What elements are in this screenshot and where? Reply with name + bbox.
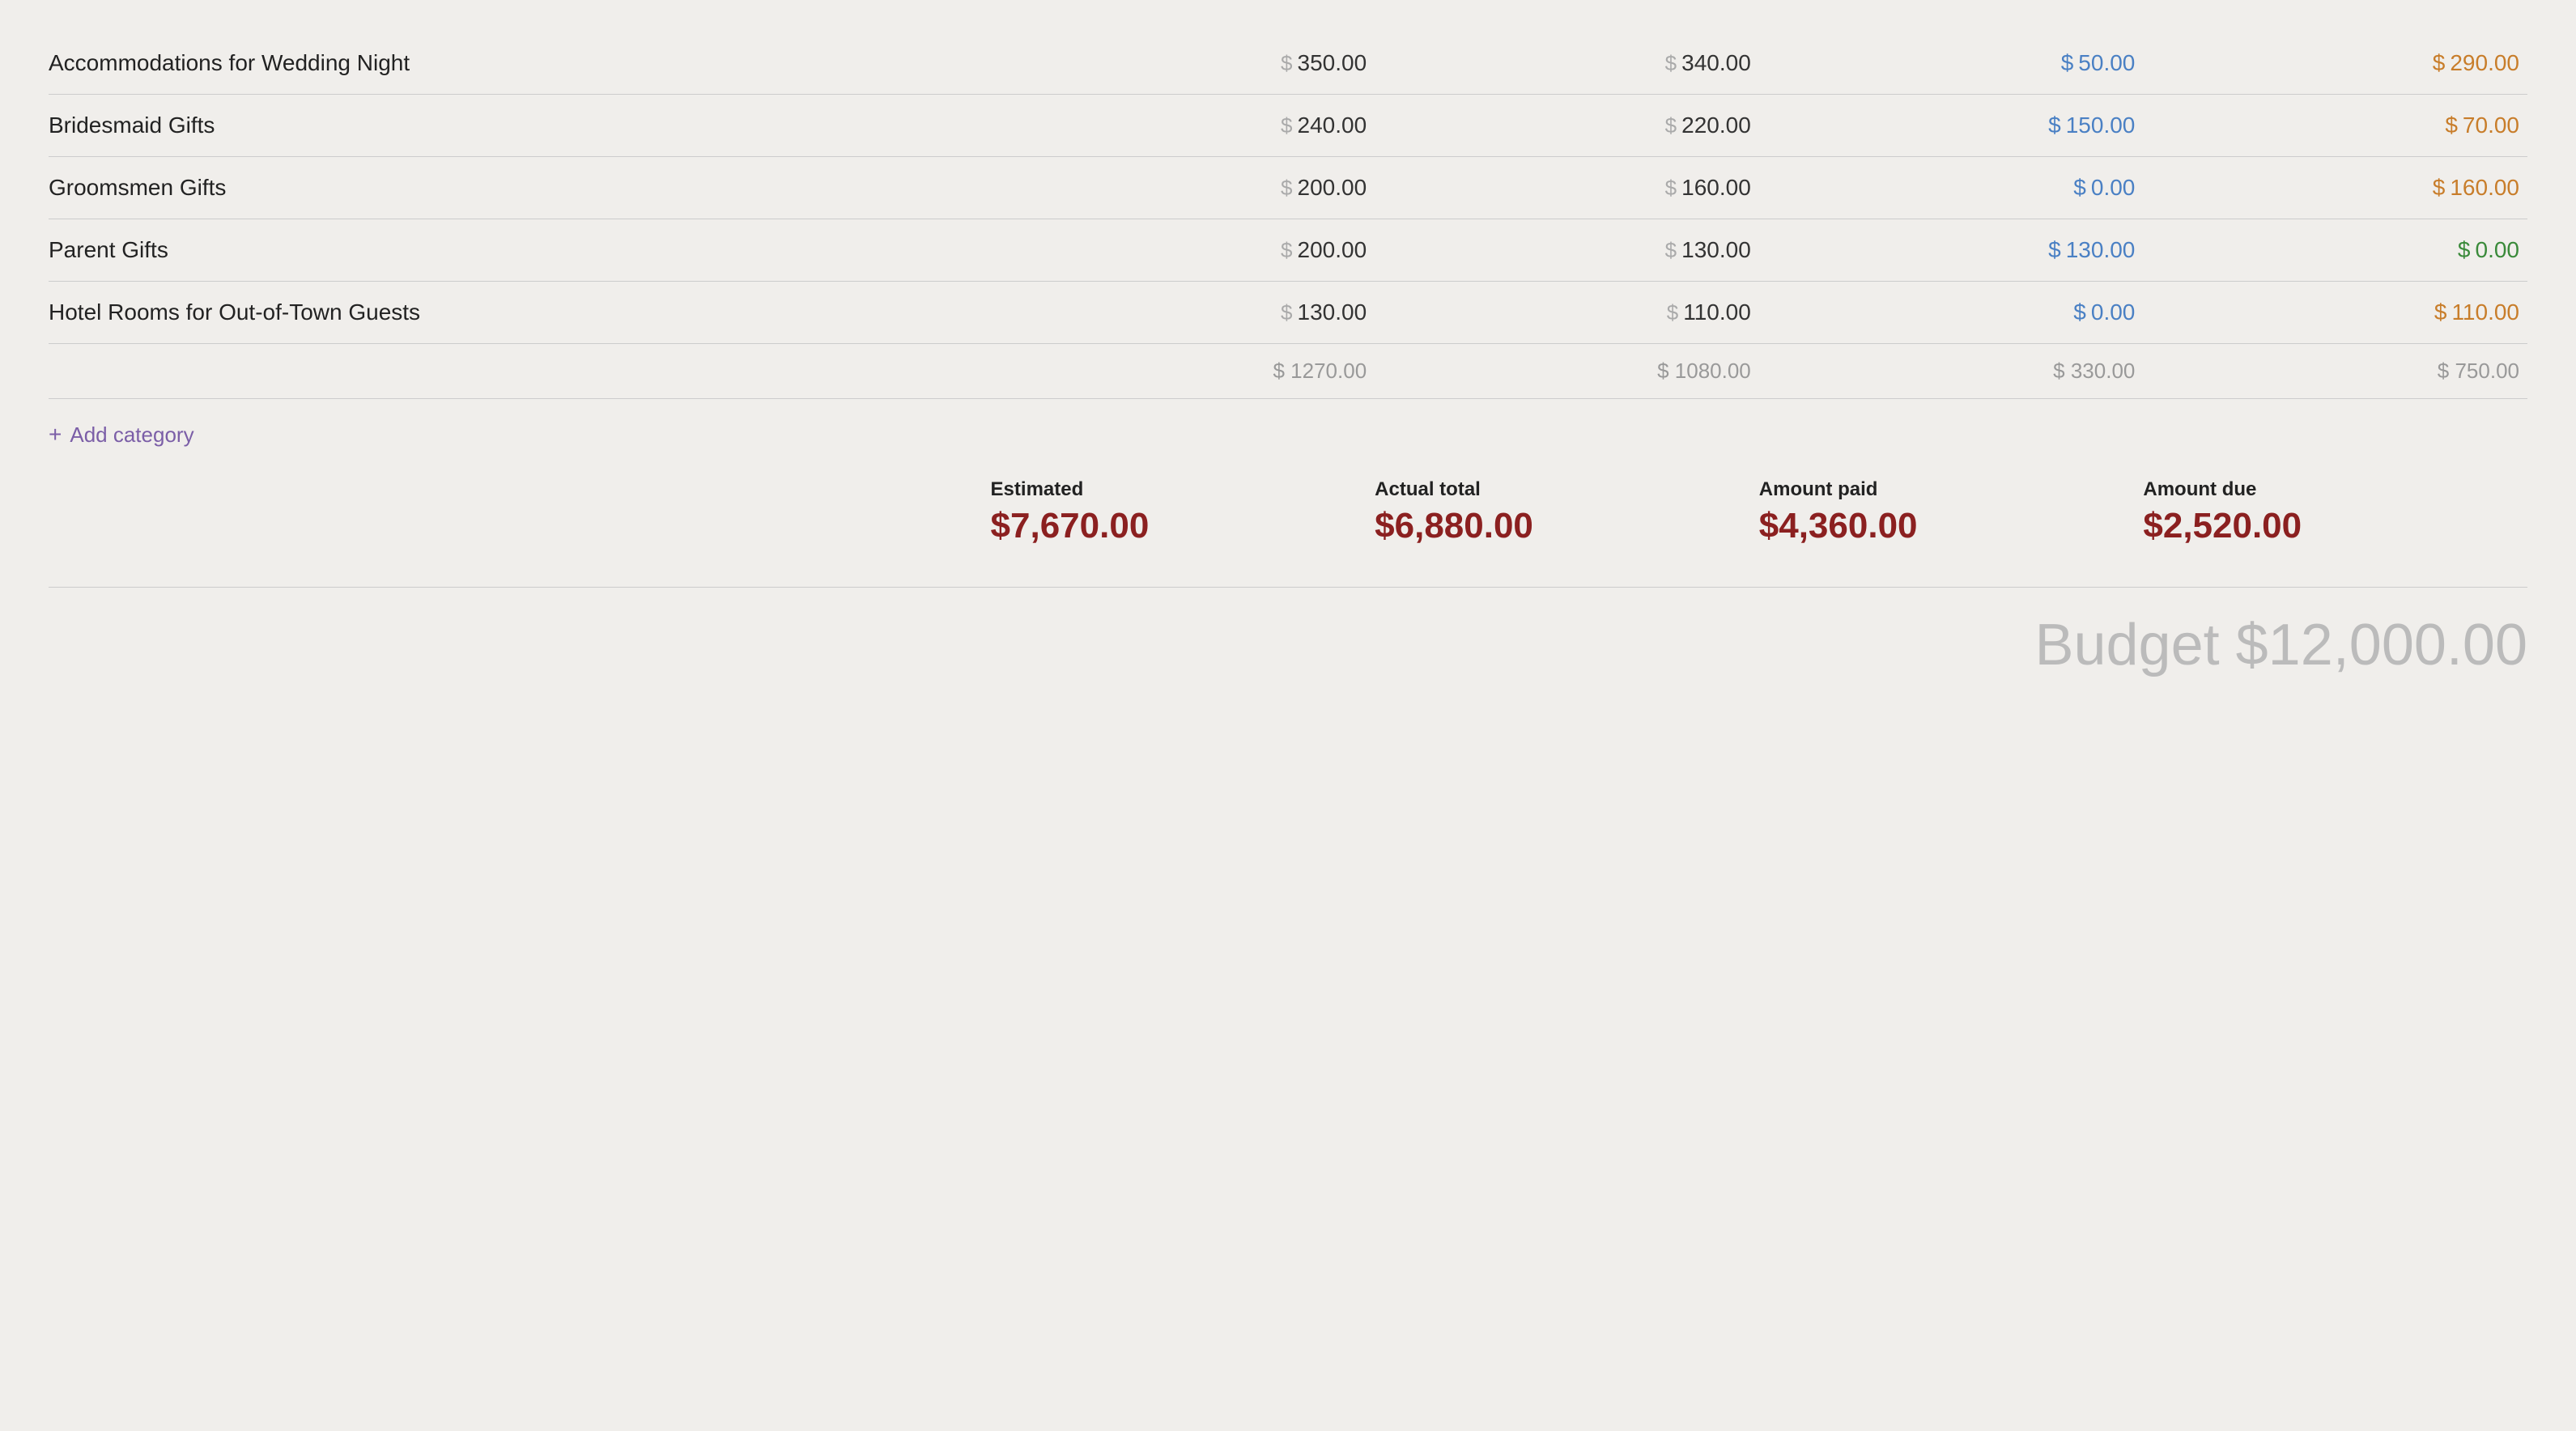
add-category-label: Add category: [70, 423, 193, 448]
total-due-label: Amount due: [2143, 478, 2519, 501]
row-name: Accommodations for Wedding Night: [49, 32, 991, 95]
row-actual: $ 130.00: [1375, 219, 1759, 282]
add-category-cell[interactable]: + Add category: [49, 399, 2527, 471]
estimated-value: 240.00: [1298, 113, 1367, 138]
table-row[interactable]: Groomsmen Gifts $ 200.00 $ 160.00 $ 0.00: [49, 157, 2527, 219]
total-due: Amount due $2,520.00: [2143, 470, 2527, 554]
plus-icon: +: [49, 422, 62, 448]
dollar-icon: $: [1665, 176, 1677, 201]
total-actual: Actual total $6,880.00: [1375, 470, 1759, 554]
due-value: 70.00: [2463, 113, 2519, 138]
row-due: $ 110.00: [2143, 282, 2527, 344]
dollar-icon: $: [1281, 238, 1292, 263]
dollar-icon: $: [2073, 299, 2086, 325]
dollar-icon: $: [1281, 176, 1292, 201]
total-actual-value: $6,880.00: [1375, 506, 1751, 546]
dollar-icon: $: [2458, 237, 2471, 263]
table-row[interactable]: Parent Gifts $ 200.00 $ 130.00 $ 130.00: [49, 219, 2527, 282]
subtotal-due: $ 750.00: [2143, 344, 2527, 399]
dollar-icon: $: [2073, 175, 2086, 201]
total-estimated-value: $7,670.00: [991, 506, 1367, 546]
row-due: $ 0.00: [2143, 219, 2527, 282]
total-actual-label: Actual total: [1375, 478, 1751, 501]
row-paid: $ 0.00: [1759, 282, 2144, 344]
paid-value: 0.00: [2091, 175, 2136, 201]
dollar-icon: $: [1665, 238, 1677, 263]
dollar-icon: $: [1281, 113, 1292, 138]
paid-value: 50.00: [2078, 50, 2135, 76]
totals-section: Estimated $7,670.00 Actual total $6,880.…: [49, 470, 2527, 554]
dollar-icon: $: [2445, 113, 2458, 138]
due-value: 0.00: [2476, 237, 2520, 263]
add-category-row[interactable]: + Add category: [49, 399, 2527, 471]
total-paid-label: Amount paid: [1759, 478, 2136, 501]
budget-table: Accommodations for Wedding Night $ 350.0…: [49, 32, 2527, 470]
row-due: $ 290.00: [2143, 32, 2527, 95]
due-value: 110.00: [2451, 299, 2519, 325]
row-estimated: $ 130.00: [991, 282, 1375, 344]
subtotal-paid: $ 330.00: [1759, 344, 2144, 399]
paid-value: 150.00: [2066, 113, 2136, 138]
table-row[interactable]: Hotel Rooms for Out-of-Town Guests $ 130…: [49, 282, 2527, 344]
dollar-icon: $: [1281, 51, 1292, 76]
row-due: $ 70.00: [2143, 95, 2527, 157]
dollar-icon: $: [1665, 113, 1677, 138]
estimated-value: 130.00: [1298, 299, 1367, 325]
row-estimated: $ 200.00: [991, 219, 1375, 282]
subtotal-estimated: $ 1270.00: [991, 344, 1375, 399]
row-actual: $ 220.00: [1375, 95, 1759, 157]
budget-total: Budget $12,000.00: [49, 587, 2527, 678]
dollar-icon: $: [2433, 50, 2446, 76]
row-name: Bridesmaid Gifts: [49, 95, 991, 157]
total-paid-value: $4,360.00: [1759, 506, 2136, 546]
actual-value: 110.00: [1683, 299, 1751, 325]
estimated-value: 350.00: [1298, 50, 1367, 76]
due-value: 290.00: [2450, 50, 2519, 76]
table-row[interactable]: Bridesmaid Gifts $ 240.00 $ 220.00 $ 150…: [49, 95, 2527, 157]
row-name: Parent Gifts: [49, 219, 991, 282]
row-paid: $ 150.00: [1759, 95, 2144, 157]
paid-value: 0.00: [2091, 299, 2136, 325]
total-due-value: $2,520.00: [2143, 506, 2519, 546]
row-actual: $ 110.00: [1375, 282, 1759, 344]
row-actual: $ 340.00: [1375, 32, 1759, 95]
row-paid: $ 0.00: [1759, 157, 2144, 219]
row-estimated: $ 240.00: [991, 95, 1375, 157]
row-name: Hotel Rooms for Out-of-Town Guests: [49, 282, 991, 344]
subtotals-row: $ 1270.00 $ 1080.00 $ 330.00 $ 750.00: [49, 344, 2527, 399]
table-row[interactable]: Accommodations for Wedding Night $ 350.0…: [49, 32, 2527, 95]
due-value: 160.00: [2450, 175, 2519, 201]
total-paid: Amount paid $4,360.00: [1759, 470, 2144, 554]
row-due: $ 160.00: [2143, 157, 2527, 219]
dollar-icon: $: [2061, 50, 2074, 76]
actual-value: 220.00: [1681, 113, 1751, 138]
dollar-icon: $: [2048, 113, 2061, 138]
paid-value: 130.00: [2066, 237, 2136, 263]
actual-value: 340.00: [1681, 50, 1751, 76]
row-estimated: $ 200.00: [991, 157, 1375, 219]
add-category-button[interactable]: + Add category: [49, 422, 194, 448]
row-paid: $ 50.00: [1759, 32, 2144, 95]
row-name: Groomsmen Gifts: [49, 157, 991, 219]
dollar-icon: $: [1667, 300, 1678, 325]
estimated-value: 200.00: [1298, 237, 1367, 263]
dollar-icon: $: [1281, 300, 1292, 325]
dollar-icon: $: [2433, 175, 2446, 201]
row-estimated: $ 350.00: [991, 32, 1375, 95]
dollar-icon: $: [2048, 237, 2061, 263]
dollar-icon: $: [1665, 51, 1677, 76]
actual-value: 160.00: [1681, 175, 1751, 201]
dollar-icon: $: [2434, 299, 2447, 325]
subtotal-actual: $ 1080.00: [1375, 344, 1759, 399]
total-estimated-label: Estimated: [991, 478, 1367, 501]
row-paid: $ 130.00: [1759, 219, 2144, 282]
row-actual: $ 160.00: [1375, 157, 1759, 219]
total-estimated: Estimated $7,670.00: [991, 470, 1375, 554]
estimated-value: 200.00: [1298, 175, 1367, 201]
subtotal-empty: [49, 344, 991, 399]
actual-value: 130.00: [1681, 237, 1751, 263]
